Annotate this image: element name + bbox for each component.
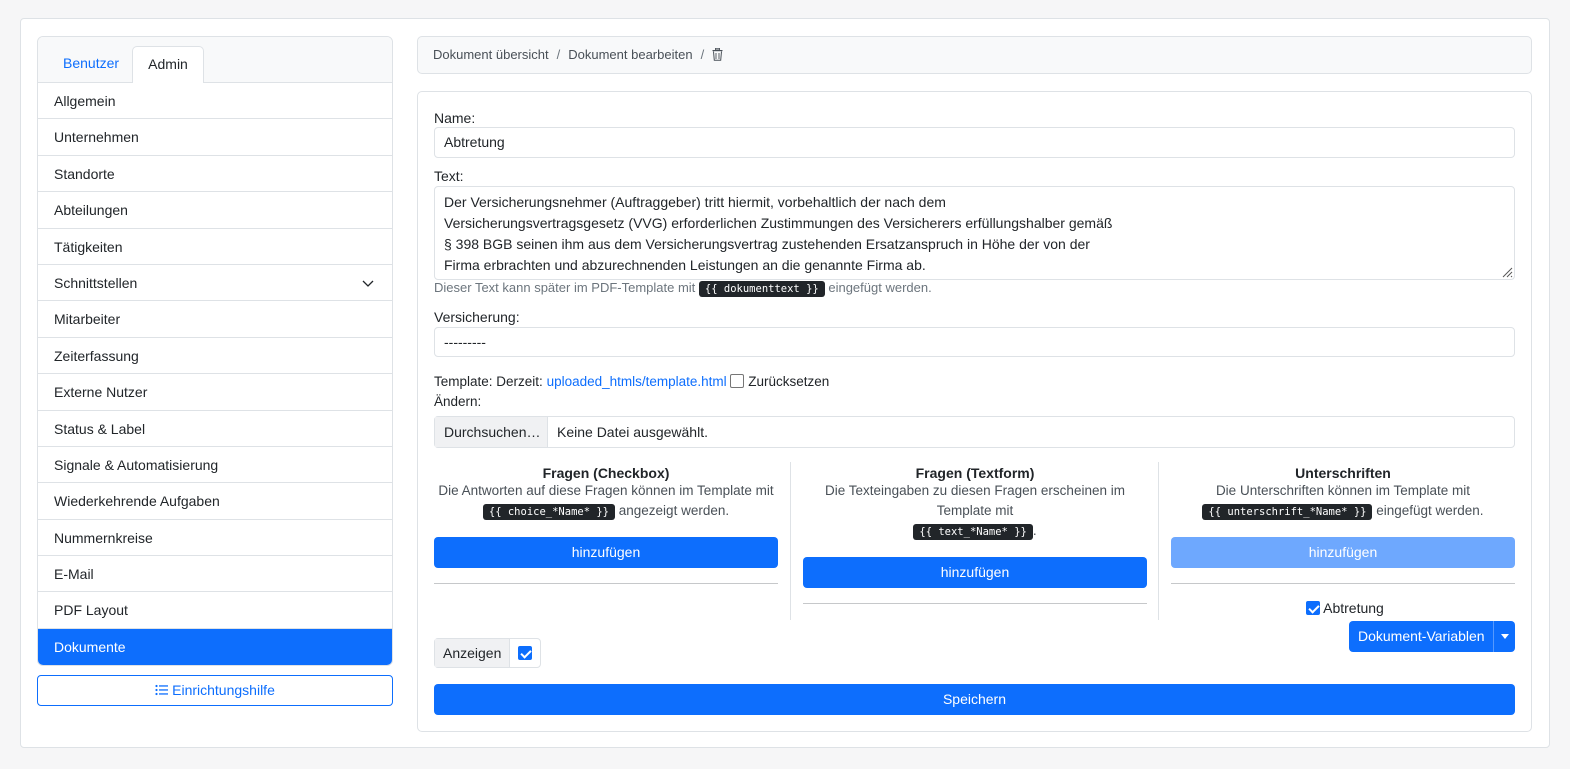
signature-checkbox[interactable] bbox=[1306, 601, 1320, 615]
add-text-question-button[interactable]: hinzufügen bbox=[803, 557, 1147, 588]
desc-text: . bbox=[1032, 523, 1037, 538]
sidebar-item-signale[interactable]: Signale & Automatisierung bbox=[38, 446, 392, 484]
document-variables-button[interactable]: Dokument-Variablen bbox=[1349, 621, 1515, 652]
name-label: Name: bbox=[434, 110, 476, 126]
column-divider bbox=[790, 462, 791, 620]
sidebar-item-nummernkreise[interactable]: Nummernkreise bbox=[38, 519, 392, 557]
template-current-label: Derzeit: bbox=[496, 374, 543, 389]
signatures-column: Unterschriften Die Unterschriften können… bbox=[1171, 462, 1515, 620]
anzeigen-group: Anzeigen bbox=[434, 638, 542, 668]
browse-button[interactable]: Durchsuchen… bbox=[435, 417, 548, 447]
anzeigen-checkbox[interactable] bbox=[518, 646, 533, 660]
breadcrumb-item-uebersicht[interactable]: Dokument übersicht bbox=[433, 47, 549, 62]
text-textarea[interactable]: Der Versicherungsnehmer (Auftraggeber) t… bbox=[434, 186, 1515, 280]
questions-section: Fragen (Checkbox) Die Antworten auf dies… bbox=[434, 462, 1515, 622]
einrichtungshilfe-button[interactable]: Einrichtungshilfe bbox=[37, 675, 393, 707]
signature-item: Abtretung bbox=[1306, 600, 1384, 616]
breadcrumb-separator: / bbox=[556, 47, 561, 62]
sidebar-item-mitarbeiter[interactable]: Mitarbeiter bbox=[38, 301, 392, 338]
add-checkbox-question-button[interactable]: hinzufügen bbox=[434, 537, 778, 568]
column-description: Die Texteingaben zu diesen Fragen ersche… bbox=[803, 481, 1147, 542]
reset-label: Zurücksetzen bbox=[748, 374, 830, 389]
name-input[interactable]: Abtretung bbox=[434, 127, 1515, 158]
sidebar-item-pdf-layout[interactable]: PDF Layout bbox=[38, 592, 392, 629]
sidebar-card: Benutzer Admin Allgemein Unternehmen Sta… bbox=[37, 36, 393, 667]
column-title: Unterschriften bbox=[1295, 465, 1391, 481]
column-description: Die Unterschriften können im Template mi… bbox=[1171, 481, 1515, 522]
column-description: Die Antworten auf diese Fragen können im… bbox=[434, 481, 778, 522]
desc-text: angezeigt werden. bbox=[618, 503, 730, 518]
list-icon bbox=[155, 685, 169, 696]
code-dokumenttext: {{ dokumenttext }} bbox=[698, 281, 825, 297]
sidebar-item-abteilungen[interactable]: Abteilungen bbox=[38, 192, 392, 229]
anzeigen-checkbox-wrap bbox=[510, 639, 540, 667]
trash-icon[interactable] bbox=[712, 47, 723, 61]
sidebar-item-dokumente[interactable]: Dokumente bbox=[38, 628, 392, 666]
save-button[interactable]: Speichern bbox=[434, 684, 1515, 715]
divider bbox=[1171, 583, 1515, 584]
desc-text: Die Antworten auf diese Fragen können im… bbox=[438, 483, 774, 498]
text-label: Text: bbox=[434, 168, 464, 184]
change-label: Ändern: bbox=[434, 394, 482, 409]
template-row: Template: Derzeit: uploaded_htmls/templa… bbox=[434, 374, 829, 389]
code-unterschrift: {{ unterschrift_*Name* }} bbox=[1202, 504, 1373, 520]
help-text: Dieser Text kann später im PDF-Template … bbox=[434, 280, 696, 295]
text-questions-column: Fragen (Textform) Die Texteingaben zu di… bbox=[803, 462, 1147, 620]
text-help: Dieser Text kann später im PDF-Template … bbox=[434, 280, 932, 297]
breadcrumb-item-bearbeiten[interactable]: Dokument bearbeiten bbox=[568, 47, 692, 62]
template-link[interactable]: uploaded_htmls/template.html bbox=[547, 374, 727, 389]
chevron-down-icon bbox=[362, 280, 374, 287]
desc-text: eingefügt werden. bbox=[1376, 503, 1484, 518]
versicherung-select[interactable]: --------- bbox=[434, 327, 1515, 357]
sidebar-item-label: Schnittstellen bbox=[54, 274, 138, 291]
sidebar-item-taetigkeiten[interactable]: Tätigkeiten bbox=[38, 228, 392, 265]
sidebar-item-standorte[interactable]: Standorte bbox=[38, 155, 392, 193]
anzeigen-label: Anzeigen bbox=[435, 639, 511, 667]
help-text: eingefügt werden. bbox=[828, 280, 932, 295]
add-signature-button[interactable]: hinzufügen bbox=[1171, 537, 1515, 568]
desc-text: Die Unterschriften können im Template mi… bbox=[1215, 483, 1471, 498]
sidebar-item-allgemein[interactable]: Allgemein bbox=[38, 83, 392, 120]
resize-handle-icon[interactable] bbox=[1501, 266, 1513, 278]
caret-down-icon[interactable] bbox=[1493, 621, 1515, 652]
sidebar: Benutzer Admin Allgemein Unternehmen Sta… bbox=[37, 36, 393, 707]
template-label: Template: bbox=[434, 374, 493, 389]
document-variables-label: Dokument-Variablen bbox=[1358, 628, 1485, 644]
sidebar-item-zeiterfassung[interactable]: Zeiterfassung bbox=[38, 337, 392, 375]
file-input[interactable]: Durchsuchen… Keine Datei ausgewählt. bbox=[434, 416, 1515, 448]
breadcrumb: Dokument übersicht / Dokument bearbeiten / bbox=[417, 36, 1532, 74]
tab-admin[interactable]: Admin bbox=[132, 46, 204, 84]
code-choice: {{ choice_*Name* }} bbox=[482, 504, 615, 520]
sidebar-item-unternehmen[interactable]: Unternehmen bbox=[38, 119, 392, 156]
column-title: Fragen (Textform) bbox=[915, 465, 1035, 481]
desc-text: Die Texteingaben zu diesen Fragen ersche… bbox=[825, 483, 1125, 518]
sidebar-item-externe-nutzer[interactable]: Externe Nutzer bbox=[38, 374, 392, 411]
divider bbox=[434, 583, 778, 584]
einrichtungshilfe-label: Einrichtungshilfe bbox=[172, 682, 275, 699]
sidebar-menu: Allgemein Unternehmen Standorte Abteilun… bbox=[38, 83, 392, 666]
breadcrumb-separator: / bbox=[700, 47, 705, 62]
sidebar-item-schnittstellen[interactable]: Schnittstellen bbox=[38, 264, 392, 302]
sidebar-item-email[interactable]: E-Mail bbox=[38, 556, 392, 593]
sidebar-item-wiederkehrende-aufgaben[interactable]: Wiederkehrende Aufgaben bbox=[38, 483, 392, 520]
divider bbox=[803, 603, 1147, 604]
sidebar-tabs: Benutzer Admin bbox=[38, 37, 392, 84]
document-form: Name: Abtretung Text: Der Versicherungsn… bbox=[417, 91, 1532, 732]
reset-checkbox[interactable] bbox=[730, 374, 745, 388]
signature-label: Abtretung bbox=[1323, 600, 1384, 616]
file-status: Keine Datei ausgewählt. bbox=[557, 424, 708, 440]
sidebar-item-status-label[interactable]: Status & Label bbox=[38, 410, 392, 447]
column-divider bbox=[1158, 462, 1159, 620]
checkbox-questions-column: Fragen (Checkbox) Die Antworten auf dies… bbox=[434, 462, 778, 620]
code-text: {{ text_*Name* }} bbox=[913, 524, 1033, 540]
page-container: Benutzer Admin Allgemein Unternehmen Sta… bbox=[20, 18, 1550, 748]
tab-benutzer[interactable]: Benutzer bbox=[48, 46, 134, 83]
versicherung-label: Versicherung: bbox=[434, 309, 520, 325]
column-title: Fragen (Checkbox) bbox=[542, 465, 670, 481]
